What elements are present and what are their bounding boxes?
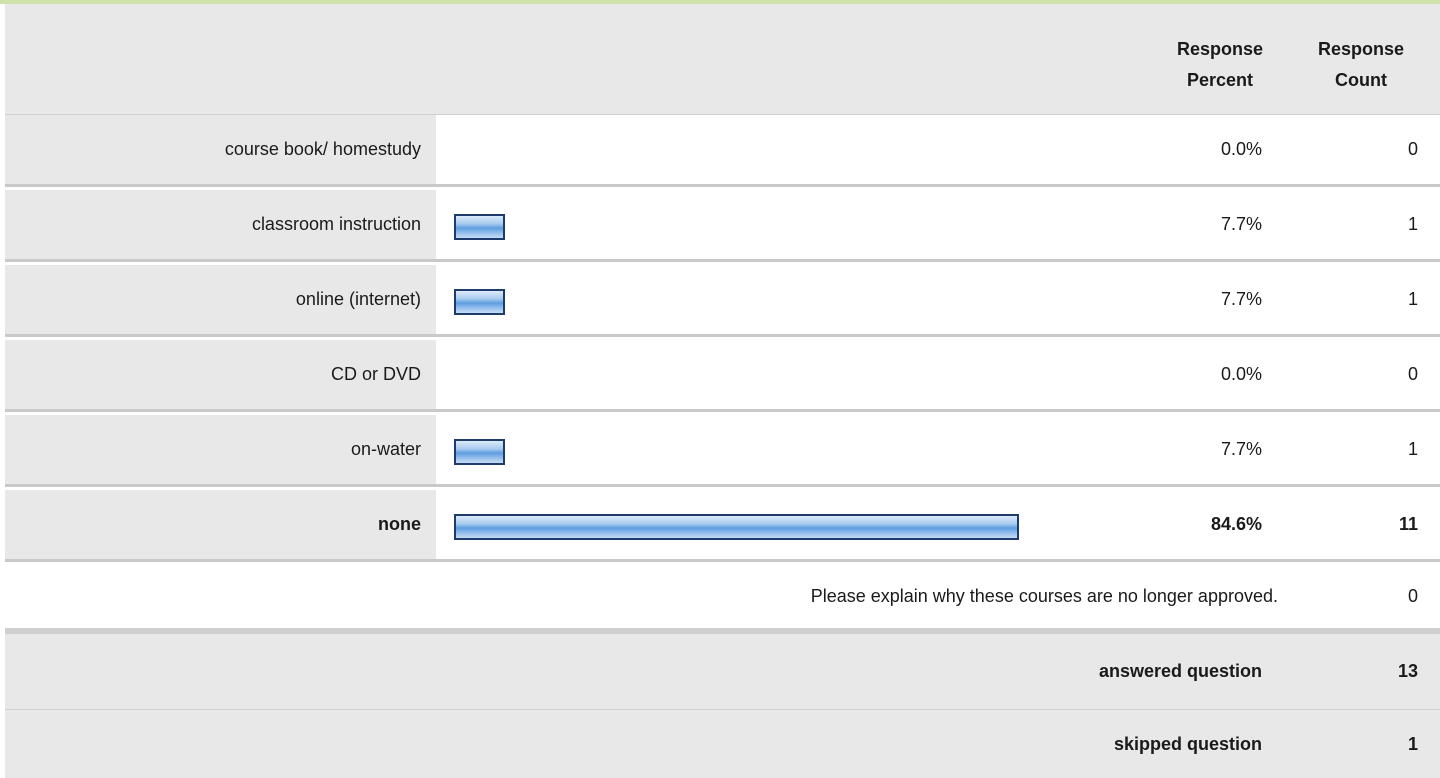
response-bar [454, 289, 505, 315]
response-percent: 7.7% [1220, 214, 1262, 234]
answer-row: on-water 7.7% 1 [5, 415, 1440, 487]
answer-label: CD or DVD [330, 364, 421, 384]
response-bar [454, 514, 1019, 540]
answer-row: course book/ homestudy 0.0% 0 [5, 115, 1440, 187]
answer-label: classroom instruction [251, 214, 421, 234]
answered-question-label: answered question [1098, 661, 1262, 681]
table-header: Response Percent Response Count [5, 4, 1440, 115]
response-count-header: Response Count [1317, 39, 1405, 90]
answer-label-cell: online (internet) [5, 265, 436, 334]
skipped-question-label: skipped question [1113, 733, 1262, 754]
response-percent: 0.0% [1220, 139, 1262, 159]
answer-label-cell: none [5, 490, 436, 559]
answer-label-cell: on-water [5, 415, 436, 484]
skipped-question-count: 1 [1407, 733, 1418, 754]
response-count: 0 [1407, 364, 1418, 384]
skipped-question-row: skipped question 1 [5, 710, 1440, 778]
response-percent: 0.0% [1220, 364, 1262, 384]
response-bar [454, 214, 505, 240]
response-count: 1 [1407, 439, 1418, 459]
answer-row: none 84.6% 11 [5, 490, 1440, 562]
response-count: 11 [1398, 514, 1418, 534]
answer-label-cell: classroom instruction [5, 190, 436, 259]
response-count: 0 [1407, 139, 1418, 159]
answer-label: course book/ homestudy [224, 139, 421, 159]
explain-row: Please explain why these courses are no … [5, 564, 1440, 634]
answered-question-count: 13 [1397, 661, 1418, 681]
survey-results-table: Response Percent Response Count course b… [0, 0, 1440, 778]
explain-count: 0 [1407, 585, 1418, 606]
response-percent: 84.6% [1210, 514, 1262, 534]
response-percent: 7.7% [1220, 439, 1262, 459]
answer-label-cell: course book/ homestudy [5, 115, 436, 184]
response-percent-header: Response Percent [1176, 39, 1264, 90]
response-count: 1 [1407, 289, 1418, 309]
answer-row: classroom instruction 7.7% 1 [5, 190, 1440, 262]
answer-row: online (internet) 7.7% 1 [5, 265, 1440, 337]
answer-label: online (internet) [295, 289, 421, 309]
answered-question-row: answered question 13 [5, 634, 1440, 710]
explain-text: Please explain why these courses are no … [810, 585, 1278, 606]
answer-label: none [378, 514, 421, 534]
response-count: 1 [1407, 214, 1418, 234]
response-percent: 7.7% [1220, 289, 1262, 309]
answer-row: CD or DVD 0.0% 0 [5, 340, 1440, 412]
answer-label-cell: CD or DVD [5, 340, 436, 409]
response-bar [454, 439, 505, 465]
answer-label: on-water [350, 439, 421, 459]
